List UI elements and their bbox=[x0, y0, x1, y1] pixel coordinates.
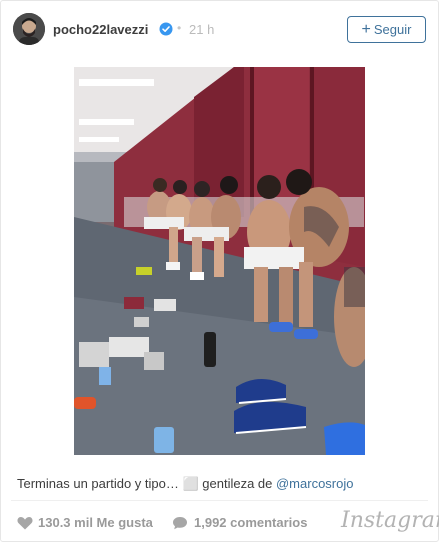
mention-link[interactable]: @marcosrojo bbox=[276, 476, 354, 491]
heart-icon bbox=[17, 516, 33, 529]
locker-room-image bbox=[74, 67, 365, 455]
likes-count[interactable]: 130.3 mil Me gusta bbox=[17, 515, 153, 530]
post-photo[interactable] bbox=[74, 67, 365, 455]
likes-label: 130.3 mil Me gusta bbox=[38, 515, 153, 530]
post-header: pocho22lavezzi • 21 h + Seguir bbox=[1, 1, 438, 57]
divider bbox=[11, 500, 428, 501]
instagram-logo[interactable]: Instagram bbox=[341, 508, 439, 533]
caption-text: Terminas un partido y tipo… ⬜ gentileza … bbox=[17, 476, 276, 491]
plus-icon: + bbox=[361, 20, 371, 38]
follow-label: Seguir bbox=[373, 22, 412, 37]
avatar[interactable] bbox=[13, 13, 45, 45]
separator-dot: • bbox=[177, 21, 182, 35]
avatar-image bbox=[13, 13, 45, 45]
post-timestamp[interactable]: 21 h bbox=[189, 22, 214, 37]
instagram-embed-card: pocho22lavezzi • 21 h + Seguir Terminas … bbox=[0, 0, 439, 542]
post-stats: 130.3 mil Me gusta 1,992 comentarios Ins… bbox=[1, 506, 439, 536]
username[interactable]: pocho22lavezzi bbox=[53, 22, 148, 37]
comments-label: 1,992 comentarios bbox=[194, 515, 308, 530]
follow-button[interactable]: + Seguir bbox=[347, 16, 426, 43]
comment-icon bbox=[173, 516, 187, 529]
post-caption: Terminas un partido y tipo… ⬜ gentileza … bbox=[17, 476, 353, 492]
comments-count[interactable]: 1,992 comentarios bbox=[172, 515, 307, 530]
verified-badge-icon bbox=[159, 22, 173, 36]
